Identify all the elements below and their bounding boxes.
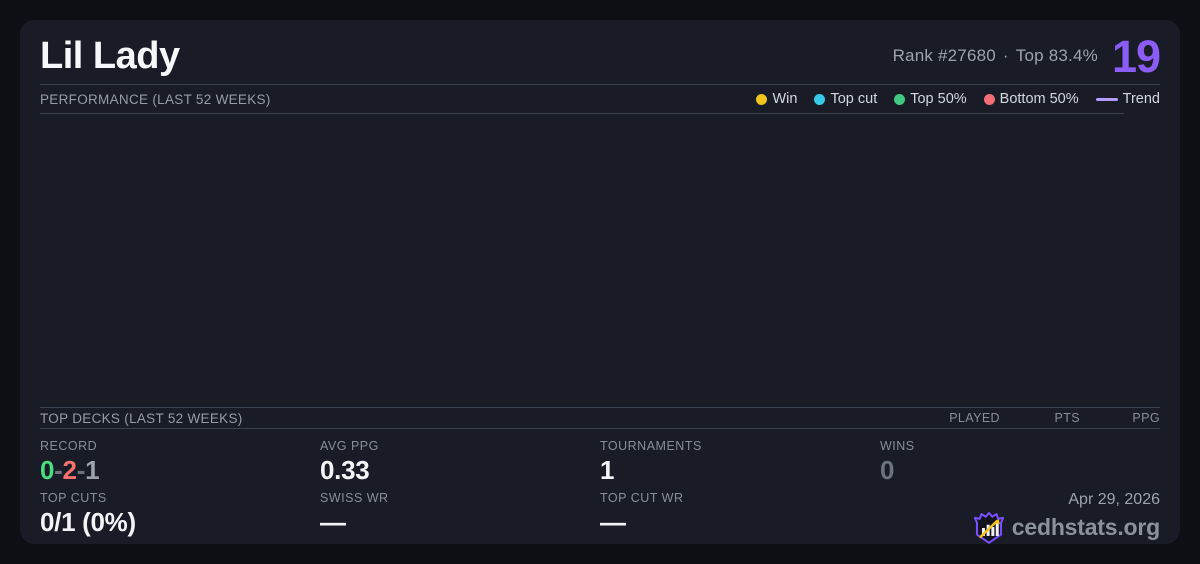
- legend-label-bottom-50: Bottom 50%: [1000, 91, 1079, 107]
- legend-label-top-50: Top 50%: [910, 91, 966, 107]
- record-separator: -: [77, 455, 85, 485]
- stat-swiss-wr: SWISS WR —: [320, 491, 600, 544]
- legend-item-top-50: Top 50%: [894, 91, 966, 107]
- stat-swiss-wr-value: —: [320, 508, 600, 538]
- brand-text: cedhstats.org: [1012, 514, 1160, 541]
- performance-header-row: PERFORMANCE (LAST 52 WEEKS) Win Top cut …: [40, 85, 1160, 113]
- brand: cedhstats.org: [974, 512, 1160, 544]
- stat-record-value: 0-2-1: [40, 456, 320, 486]
- top-decks-columns: PLAYED PTS PPG: [920, 411, 1160, 425]
- chart-legend: Win Top cut Top 50% Bottom 50% Trend: [756, 91, 1160, 107]
- bottom-50-dot-icon: [984, 94, 995, 105]
- top-50-dot-icon: [894, 94, 905, 105]
- score-number: 19: [1112, 34, 1160, 79]
- record-wins: 0: [40, 455, 54, 485]
- page-title: Lil Lady: [40, 35, 180, 78]
- record-losses: 2: [63, 455, 77, 485]
- top-cut-dot-icon: [814, 94, 825, 105]
- column-header-played: PLAYED: [920, 411, 1000, 425]
- stat-record: RECORD 0-2-1: [40, 439, 320, 486]
- stat-avg-ppg-value: 0.33: [320, 456, 600, 486]
- record-draws: 1: [85, 455, 99, 485]
- stat-tournaments: TOURNAMENTS 1: [600, 439, 880, 486]
- performance-section-title: PERFORMANCE (LAST 52 WEEKS): [40, 92, 271, 107]
- win-dot-icon: [756, 94, 767, 105]
- legend-label-top-cut: Top cut: [830, 91, 877, 107]
- stat-avg-ppg: AVG PPG 0.33: [320, 439, 600, 486]
- stat-swiss-wr-label: SWISS WR: [320, 491, 600, 505]
- legend-item-bottom-50: Bottom 50%: [984, 91, 1079, 107]
- stat-record-label: RECORD: [40, 439, 320, 453]
- stat-top-cut-wr-label: TOP CUT WR: [600, 491, 880, 505]
- legend-item-trend: Trend: [1096, 91, 1160, 107]
- stat-wins-label: WINS: [880, 439, 1160, 453]
- stat-wins-value: 0: [880, 456, 1160, 486]
- footer: Apr 29, 2026 cedhstats.org: [880, 491, 1160, 544]
- cedhstats-logo-icon: [974, 512, 1004, 544]
- stat-top-cuts-value: 0/1 (0%): [40, 508, 320, 538]
- stat-tournaments-label: TOURNAMENTS: [600, 439, 880, 453]
- stat-top-cut-wr-value: —: [600, 508, 880, 538]
- column-header-ppg: PPG: [1080, 411, 1160, 425]
- trend-line-icon: [1096, 98, 1118, 101]
- stat-wins: WINS 0: [880, 439, 1160, 486]
- card-header: Lil Lady Rank #27680 · Top 83.4% 19: [40, 20, 1160, 85]
- stat-top-cut-wr: TOP CUT WR —: [600, 491, 880, 544]
- stats-grid: RECORD 0-2-1 AVG PPG 0.33 TOURNAMENTS 1 …: [40, 439, 1160, 544]
- stat-top-cuts-label: TOP CUTS: [40, 491, 320, 505]
- stat-top-cuts: TOP CUTS 0/1 (0%): [40, 491, 320, 544]
- rank-text: Rank #27680: [893, 46, 996, 65]
- top-decks-header-row: TOP DECKS (LAST 52 WEEKS) PLAYED PTS PPG: [40, 408, 1160, 429]
- legend-label-win: Win: [772, 91, 797, 107]
- top-decks-section-title: TOP DECKS (LAST 52 WEEKS): [40, 411, 243, 426]
- legend-item-win: Win: [756, 91, 797, 107]
- legend-label-trend: Trend: [1123, 91, 1160, 107]
- rank-separator: ·: [1003, 46, 1009, 65]
- stat-tournaments-value: 1: [600, 456, 880, 486]
- header-rank-block: Rank #27680 · Top 83.4% 19: [893, 34, 1160, 79]
- stat-avg-ppg-label: AVG PPG: [320, 439, 600, 453]
- top-percent-text: Top 83.4%: [1016, 46, 1098, 65]
- record-separator: -: [54, 455, 62, 485]
- date-text: Apr 29, 2026: [1068, 491, 1160, 509]
- legend-item-top-cut: Top cut: [814, 91, 877, 107]
- stats-card: Lil Lady Rank #27680 · Top 83.4% 19 PERFOR…: [20, 20, 1180, 544]
- performance-chart: [40, 114, 1160, 407]
- column-header-pts: PTS: [1000, 411, 1080, 425]
- rank-line: Rank #27680 · Top 83.4%: [893, 46, 1098, 66]
